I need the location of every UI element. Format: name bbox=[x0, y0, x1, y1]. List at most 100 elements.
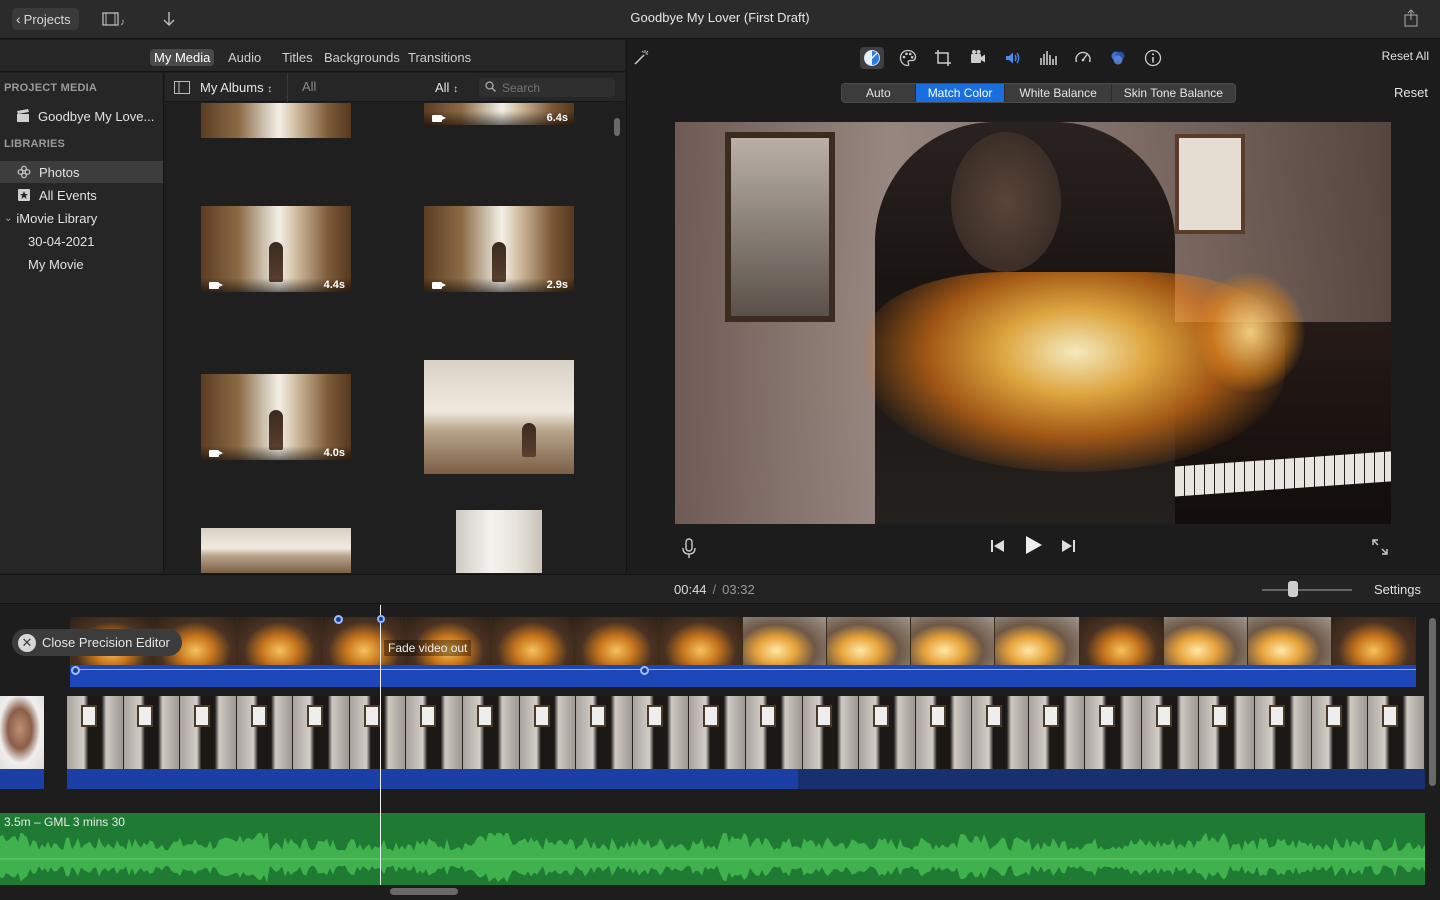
search-input[interactable] bbox=[502, 80, 602, 95]
equalizer-icon[interactable] bbox=[1036, 47, 1060, 69]
photo-thumbnail[interactable] bbox=[424, 360, 574, 474]
tab-transitions[interactable]: Transitions bbox=[404, 49, 475, 66]
video-camera-icon bbox=[209, 450, 223, 457]
tab-titles[interactable]: Titles bbox=[278, 49, 317, 66]
info-icon[interactable] bbox=[1141, 47, 1165, 69]
main-audio-band[interactable] bbox=[67, 769, 1425, 789]
sidebar-item-event-date[interactable]: 30-04-2021 bbox=[0, 230, 163, 252]
star-event-icon bbox=[17, 188, 31, 202]
updown-chevron-icon: ↕ bbox=[453, 84, 459, 95]
albums-dropdown-label: My Albums bbox=[200, 80, 264, 95]
photo-thumbnail[interactable] bbox=[456, 510, 542, 573]
title-bar: ‹ Projects ♪ Goodbye My Lover (First Dra… bbox=[0, 0, 1440, 39]
sidebar-item-label: 30-04-2021 bbox=[28, 233, 95, 249]
volume-speaker-icon[interactable] bbox=[1001, 47, 1025, 69]
speed-gauge-icon[interactable] bbox=[1071, 47, 1095, 69]
skip-back-icon[interactable] bbox=[989, 538, 1005, 557]
timeline-horizontal-scrollbar[interactable] bbox=[390, 888, 458, 895]
media-tab-bar: My Media Audio Titles Backgrounds Transi… bbox=[0, 40, 625, 72]
filter-dropdown[interactable]: All ↕ bbox=[435, 80, 458, 95]
overlay-clip-frames bbox=[70, 617, 1416, 665]
previous-clip[interactable] bbox=[0, 696, 44, 789]
zoom-slider-knob[interactable] bbox=[1288, 581, 1298, 597]
video-preview[interactable] bbox=[675, 122, 1391, 524]
sidebar-item-photos[interactable]: Photos bbox=[0, 161, 163, 183]
libraries-heading: LIBRARIES bbox=[4, 138, 66, 150]
waveform-shape bbox=[0, 833, 1425, 883]
sidebar-item-all-events[interactable]: All Events bbox=[0, 184, 163, 206]
playhead[interactable] bbox=[380, 605, 381, 885]
settings-button[interactable]: Settings bbox=[1374, 582, 1421, 597]
overlay-audio-band[interactable] bbox=[70, 665, 1416, 687]
video-camera-icon bbox=[432, 282, 446, 289]
project-item-label: Goodbye My Love... bbox=[38, 108, 155, 124]
white-balance-button[interactable]: White Balance bbox=[1005, 84, 1112, 102]
color-balance-icon[interactable] bbox=[860, 47, 884, 69]
fade-handle[interactable] bbox=[71, 666, 80, 675]
clip-thumbnail[interactable]: 4.0s bbox=[201, 374, 351, 460]
auto-button[interactable]: Auto bbox=[842, 84, 916, 102]
crop-icon[interactable] bbox=[931, 47, 955, 69]
clip-thumbnail[interactable] bbox=[201, 103, 351, 138]
share-icon[interactable] bbox=[1404, 9, 1418, 27]
media-browser: My Albums ↕ All All ↕ 6.4s 4.4s 2.9s 4.0… bbox=[165, 73, 625, 573]
sidebar-item-label: All Events bbox=[39, 187, 97, 203]
sidebar-item-label: Photos bbox=[39, 164, 80, 180]
microphone-icon[interactable] bbox=[681, 538, 697, 560]
sidebar-item-project[interactable]: Goodbye My Love... bbox=[0, 105, 163, 127]
video-camera-icon bbox=[432, 115, 446, 122]
match-color-button[interactable]: Match Color bbox=[915, 84, 1006, 102]
music-waveform bbox=[0, 833, 1425, 883]
photos-flower-icon bbox=[17, 165, 31, 179]
browser-scrollbar[interactable] bbox=[614, 118, 620, 136]
tab-audio[interactable]: Audio bbox=[224, 49, 265, 66]
music-track-label: 3.5m – GML 3 mins 30 bbox=[4, 815, 125, 829]
search-icon bbox=[485, 80, 496, 95]
fade-handle[interactable] bbox=[640, 666, 649, 675]
disclosure-chevron-down-icon[interactable]: ⌄ bbox=[4, 213, 12, 224]
total-time: 03:32 bbox=[722, 582, 755, 597]
sidebar-item-my-movie[interactable]: My Movie bbox=[0, 253, 163, 275]
clip-filter-icon[interactable] bbox=[1106, 47, 1130, 69]
albums-dropdown[interactable]: My Albums ↕ bbox=[200, 80, 272, 95]
breadcrumb[interactable]: All bbox=[287, 73, 316, 102]
fade-handle[interactable] bbox=[334, 615, 343, 624]
skin-tone-balance-button[interactable]: Skin Tone Balance bbox=[1112, 84, 1235, 102]
clip-duration: 6.4s bbox=[546, 112, 568, 124]
sidebar-item-label: My Movie bbox=[28, 256, 84, 272]
photo-thumbnail[interactable] bbox=[201, 528, 351, 573]
skip-forward-icon[interactable] bbox=[1061, 538, 1077, 557]
close-precision-editor-button[interactable]: ✕ Close Precision Editor bbox=[12, 629, 182, 656]
timeline-header: 00:44/03:32 Settings bbox=[0, 574, 1440, 604]
main-clip[interactable] bbox=[67, 696, 1425, 789]
stabilization-camera-icon[interactable] bbox=[966, 47, 990, 69]
color-palette-icon[interactable] bbox=[896, 47, 920, 69]
wall-picture bbox=[1175, 134, 1245, 234]
film-clapper-icon bbox=[16, 109, 30, 123]
playhead-handle[interactable] bbox=[377, 615, 385, 623]
updown-chevron-icon: ↕ bbox=[267, 84, 273, 95]
current-time: 00:44 bbox=[674, 582, 707, 597]
music-track[interactable]: 3.5m – GML 3 mins 30 bbox=[0, 813, 1425, 885]
pianist-head bbox=[951, 132, 1061, 272]
reset-all-button[interactable]: Reset All bbox=[1382, 49, 1429, 63]
tab-my-media[interactable]: My Media bbox=[150, 49, 215, 66]
tab-backgrounds[interactable]: Backgrounds bbox=[320, 49, 404, 66]
clip-thumbnail[interactable]: 4.4s bbox=[201, 206, 351, 292]
zoom-slider-track[interactable] bbox=[1262, 589, 1352, 591]
timeline: ✕ Close Precision Editor Fade video out … bbox=[0, 605, 1440, 900]
play-icon[interactable] bbox=[1022, 534, 1044, 559]
magic-wand-icon[interactable] bbox=[629, 47, 653, 69]
reset-button[interactable]: Reset bbox=[1394, 85, 1428, 100]
sidebar-toggle-icon[interactable] bbox=[174, 81, 190, 97]
clip-thumbnail[interactable]: 6.4s bbox=[424, 103, 574, 125]
overlay-clip[interactable] bbox=[70, 615, 1416, 687]
color-correction-segmented-control: Auto Match Color White Balance Skin Tone… bbox=[841, 83, 1236, 103]
sidebar-item-imovie-library[interactable]: ⌄ iMovie Library bbox=[0, 207, 163, 229]
browser-toolbar: My Albums ↕ All All ↕ bbox=[165, 73, 625, 102]
clip-thumbnail[interactable]: 2.9s bbox=[424, 206, 574, 292]
close-precision-editor-label: Close Precision Editor bbox=[42, 635, 170, 650]
search-field[interactable] bbox=[479, 78, 615, 97]
fullscreen-expand-icon[interactable] bbox=[1371, 538, 1389, 559]
timeline-vertical-scrollbar[interactable] bbox=[1429, 618, 1436, 786]
